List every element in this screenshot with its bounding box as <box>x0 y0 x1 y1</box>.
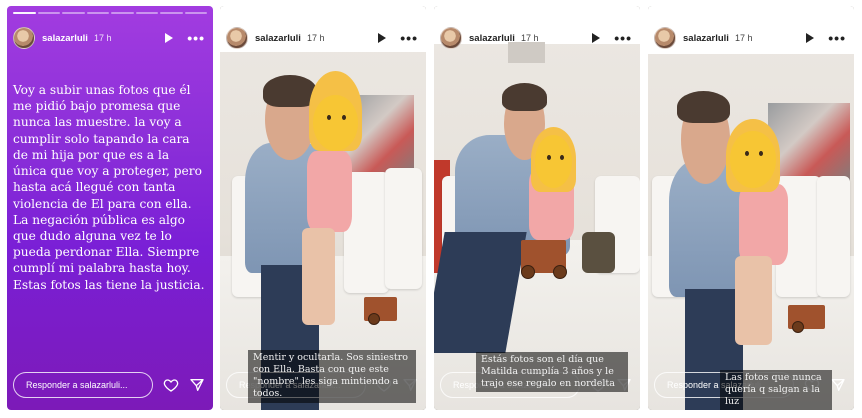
reply-input[interactable]: Responder a salazarluli... <box>13 372 153 398</box>
story-caption: Las fotos que nunca quería q salgan a la… <box>720 370 832 410</box>
story-progress-bars <box>654 12 848 14</box>
play-icon[interactable] <box>378 33 387 43</box>
story-header: salazarluli 17 h ••• <box>440 26 632 50</box>
caption-text: Estás fotos son el día que Matilda cumpl… <box>476 352 628 393</box>
story-photo <box>648 6 854 410</box>
story-header: salazarluli 17 h ••• <box>654 26 846 50</box>
story-caption: Estás fotos son el día que Matilda cumpl… <box>476 352 628 393</box>
progress-bar <box>160 12 183 14</box>
face-cover-emoji <box>730 131 776 188</box>
more-options-icon[interactable]: ••• <box>828 31 846 45</box>
story-header: salazarluli 17 h ••• <box>226 26 418 50</box>
story-card-2[interactable]: salazarluli 17 h ••• Mentir y ocultarla.… <box>220 6 426 410</box>
play-icon[interactable] <box>806 33 815 43</box>
progress-bar <box>184 12 207 14</box>
face-cover-emoji <box>534 135 573 188</box>
post-time: 17 h <box>520 33 539 43</box>
avatar[interactable] <box>654 27 676 49</box>
send-icon[interactable] <box>189 377 205 393</box>
story-caption: Mentir y ocultarla. Sos siniestro con El… <box>248 350 416 403</box>
progress-bar <box>37 12 60 14</box>
post-time: 17 h <box>734 33 753 43</box>
heart-icon[interactable] <box>163 377 179 393</box>
story-card-1[interactable]: salazarluli 17 h ••• Voy a subir unas fo… <box>7 6 213 410</box>
progress-bar <box>13 12 36 14</box>
username[interactable]: salazarluli <box>469 33 515 44</box>
story-card-4[interactable]: salazarluli 17 h ••• Las fotos que nunca… <box>648 6 854 410</box>
more-options-icon[interactable]: ••• <box>187 31 205 45</box>
post-time: 17 h <box>306 33 325 43</box>
story-text: Voy a subir unas fotos que él me pidió b… <box>13 83 205 292</box>
caption-text: Mentir y ocultarla. Sos siniestro con El… <box>248 350 416 403</box>
story-progress-bars <box>13 12 207 14</box>
progress-bar <box>111 12 134 14</box>
progress-bar <box>62 12 85 14</box>
caption-text: Las fotos que nunca quería q salgan a la… <box>720 370 832 410</box>
post-time: 17 h <box>93 33 112 43</box>
story-header: salazarluli 17 h ••• <box>13 26 205 50</box>
play-icon[interactable] <box>165 33 174 43</box>
play-icon[interactable] <box>592 33 601 43</box>
more-options-icon[interactable]: ••• <box>614 31 632 45</box>
progress-bar <box>135 12 158 14</box>
more-options-icon[interactable]: ••• <box>400 31 418 45</box>
story-progress-bars <box>440 12 634 14</box>
send-icon[interactable] <box>830 377 846 393</box>
avatar[interactable] <box>226 27 248 49</box>
story-footer: Responder a salazarluli... <box>13 370 205 400</box>
username[interactable]: salazarluli <box>42 33 88 44</box>
avatar[interactable] <box>13 27 35 49</box>
story-progress-bars <box>226 12 420 14</box>
username[interactable]: salazarluli <box>683 33 729 44</box>
progress-bar <box>86 12 109 14</box>
face-cover-emoji <box>312 94 358 152</box>
story-photo <box>434 6 640 410</box>
username[interactable]: salazarluli <box>255 33 301 44</box>
avatar[interactable] <box>440 27 462 49</box>
story-card-3[interactable]: salazarluli 17 h ••• Estás fotos son el … <box>434 6 640 410</box>
